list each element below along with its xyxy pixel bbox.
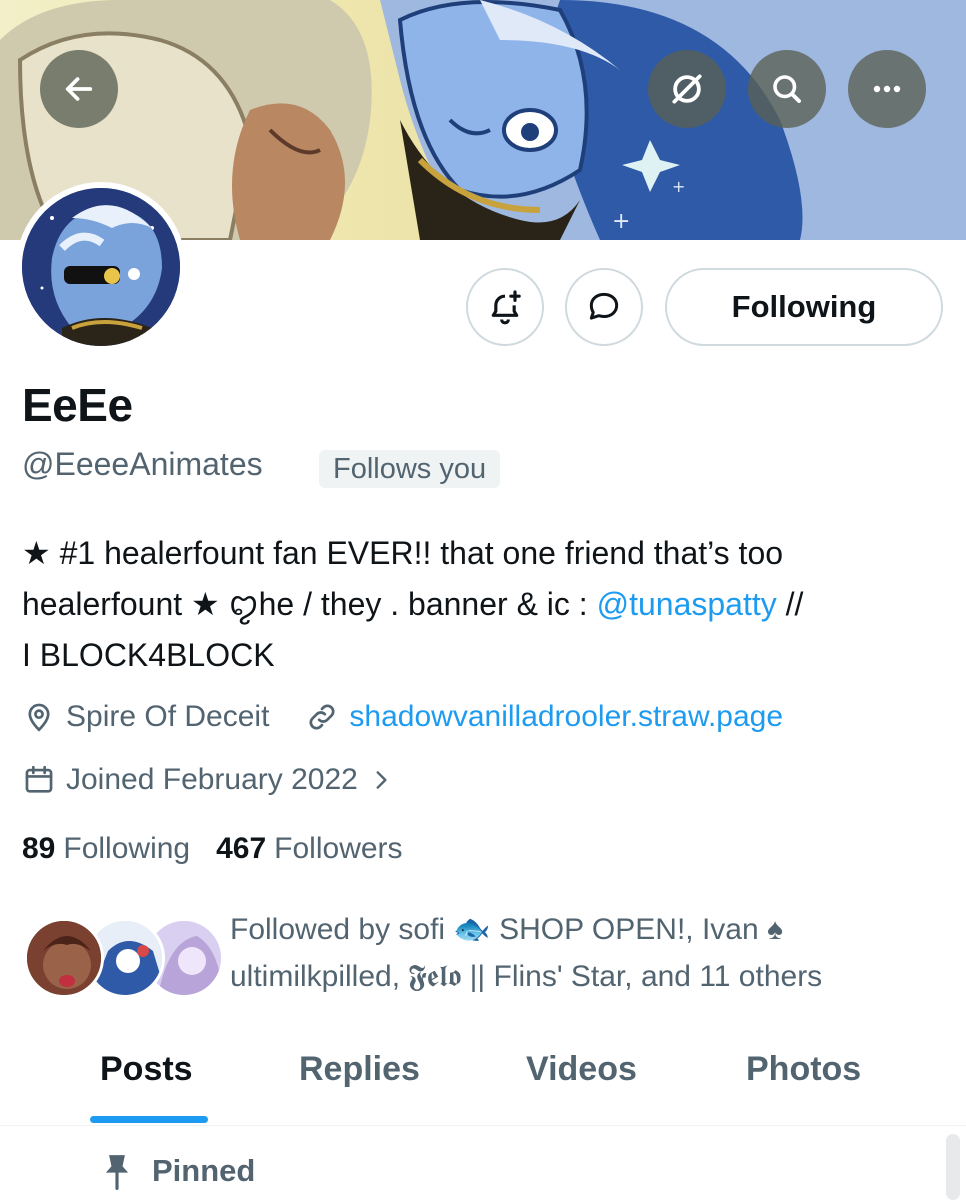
notifications-button[interactable] bbox=[466, 268, 544, 346]
pinned-label: Pinned bbox=[104, 1152, 255, 1190]
follows-you-badge: Follows you bbox=[319, 450, 501, 488]
svg-text:+: + bbox=[612, 209, 630, 234]
followers-count[interactable]: 467 Followers bbox=[216, 832, 402, 866]
avatar-image bbox=[22, 188, 180, 346]
bio-text: // bbox=[776, 586, 804, 622]
followed-by-line-2: ultimilkpilled, 𝕱𝖊𝖑𝖔 || Flins' Star, and… bbox=[230, 960, 823, 993]
following-button[interactable]: Following bbox=[665, 268, 943, 346]
location-text: Spire Of Deceit bbox=[66, 700, 270, 733]
handle: @EeeeAnimates bbox=[22, 446, 263, 482]
bio-mention-link[interactable]: @tunaspatty bbox=[597, 586, 777, 622]
location-pin-icon bbox=[28, 703, 50, 732]
search-icon bbox=[773, 75, 801, 103]
follow-counts: 89 Following 467 Followers bbox=[22, 832, 429, 866]
profile-meta: Spire Of Deceit shadowvanilladrooler.str… bbox=[22, 700, 819, 734]
message-button[interactable] bbox=[565, 268, 643, 346]
bio-line-2: healerfount ★ ꨄhe / they . banner & ic :… bbox=[22, 579, 942, 630]
chevron-right-icon bbox=[376, 771, 387, 789]
followed-by-text[interactable]: Followed by sofi 🐟 SHOP OPEN!, Ivan ♠ ul… bbox=[230, 906, 930, 1000]
bio: ★ #1 healerfount fan EVER!! that one fri… bbox=[22, 528, 942, 681]
tab-replies[interactable]: Replies bbox=[299, 1050, 420, 1089]
back-button[interactable] bbox=[40, 50, 118, 128]
bell-plus-icon bbox=[491, 290, 521, 325]
follower-avatar-image bbox=[27, 921, 101, 995]
website-link[interactable]: shadowvanilladrooler.straw.page bbox=[349, 700, 783, 734]
search-button[interactable] bbox=[748, 50, 826, 128]
active-tab-indicator bbox=[90, 1116, 208, 1123]
pinned-text: Pinned bbox=[152, 1153, 256, 1188]
avatar[interactable] bbox=[16, 182, 186, 352]
bio-line-3: I BLOCK4BLOCK bbox=[22, 637, 275, 673]
calendar-icon bbox=[25, 765, 53, 793]
link-icon bbox=[309, 704, 335, 730]
location: Spire Of Deceit bbox=[22, 700, 269, 734]
bio-text: healerfount ★ ꨄhe / they . banner & ic : bbox=[22, 586, 597, 622]
tab-posts[interactable]: Posts bbox=[100, 1050, 193, 1089]
more-button[interactable] bbox=[848, 50, 926, 128]
svg-text:+: + bbox=[672, 177, 685, 196]
followers-number: 467 bbox=[216, 832, 267, 865]
following-number: 89 bbox=[22, 832, 56, 865]
follower-avatar-1[interactable] bbox=[24, 918, 104, 998]
grok-icon bbox=[672, 74, 702, 104]
tab-photos[interactable]: Photos bbox=[746, 1050, 861, 1089]
website[interactable]: shadowvanilladrooler.straw.page bbox=[305, 700, 783, 734]
pin-icon bbox=[105, 1155, 129, 1190]
scrollbar[interactable] bbox=[946, 1134, 960, 1200]
following-count[interactable]: 89 Following bbox=[22, 832, 190, 866]
tab-videos[interactable]: Videos bbox=[526, 1050, 637, 1089]
profile-tabs: Posts Replies Videos Photos bbox=[0, 1030, 966, 1126]
display-name: EeEe bbox=[22, 379, 133, 431]
following-label: Following bbox=[63, 832, 191, 865]
message-bubble-icon bbox=[589, 292, 619, 320]
followers-label: Followers bbox=[274, 832, 403, 865]
arrow-left-icon bbox=[65, 77, 93, 101]
followed-by-line-1: Followed by sofi 🐟 SHOP OPEN!, Ivan ♠ bbox=[230, 913, 783, 946]
joined[interactable]: Joined February 2022 bbox=[22, 763, 404, 797]
joined-text: Joined February 2022 bbox=[66, 763, 358, 796]
grok-button[interactable] bbox=[648, 50, 726, 128]
bio-line-1: ★ #1 healerfount fan EVER!! that one fri… bbox=[22, 535, 784, 571]
joined-row[interactable]: Joined February 2022 bbox=[22, 763, 440, 797]
ellipsis-icon bbox=[873, 85, 901, 93]
